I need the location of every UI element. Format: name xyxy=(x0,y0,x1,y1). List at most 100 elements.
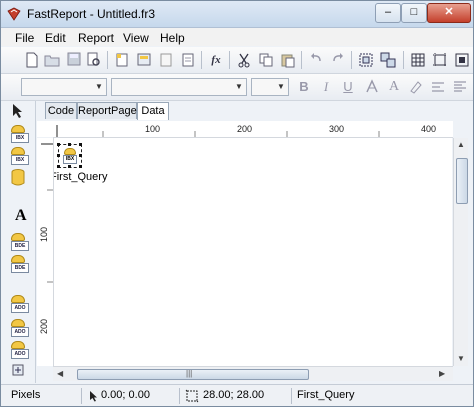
new-report-icon[interactable] xyxy=(23,51,41,69)
horizontal-ruler: 100 200 300 400 xyxy=(53,121,453,138)
ibx-table-icon[interactable]: IBX xyxy=(11,125,29,143)
menu-bar: File Edit Report View Help xyxy=(1,28,473,46)
save-report-icon[interactable] xyxy=(65,51,83,69)
status-separator xyxy=(291,388,292,404)
window-title: FastReport - Untitled.fr3 xyxy=(27,7,156,21)
ado-table-icon[interactable]: ADO xyxy=(11,295,29,313)
resize-handle[interactable] xyxy=(79,143,82,146)
more-components-icon[interactable] xyxy=(11,363,27,381)
vertical-scrollbar[interactable]: ▲ ▼ xyxy=(453,138,468,366)
horizontal-scroll-thumb[interactable]: ||| xyxy=(77,369,309,380)
font-name-combo[interactable]: ▼ xyxy=(111,78,247,96)
preview-icon[interactable] xyxy=(85,51,103,69)
scroll-left-icon[interactable]: ◀ xyxy=(57,369,63,378)
delete-page-icon[interactable] xyxy=(157,51,175,69)
standard-toolbar: fx xyxy=(1,47,473,74)
font-color-icon[interactable]: A xyxy=(385,78,403,96)
query-badge: IBX xyxy=(63,155,77,164)
menu-report[interactable]: Report xyxy=(78,31,114,45)
tab-data[interactable]: Data xyxy=(137,102,169,120)
resize-handle[interactable] xyxy=(68,165,71,168)
vertical-scroll-thumb[interactable] xyxy=(456,158,468,204)
minimize-button[interactable]: – xyxy=(375,3,401,23)
scroll-right-icon[interactable]: ▶ xyxy=(439,369,445,378)
status-size: 28.00; 28.00 xyxy=(203,389,265,401)
resize-handle[interactable] xyxy=(57,154,60,157)
font-settings-icon[interactable] xyxy=(363,78,381,96)
title-bar: FastReport - Untitled.fr3 – □ ✕ xyxy=(1,1,473,28)
align-to-grid-icon[interactable] xyxy=(431,51,449,69)
status-separator xyxy=(179,388,180,404)
ibx-query-icon[interactable]: IBX xyxy=(11,147,29,165)
horizontal-ruler-ticks xyxy=(56,125,380,137)
select-tool-icon[interactable] xyxy=(11,103,27,121)
resize-handle[interactable] xyxy=(79,165,82,168)
status-position: 0.00; 0.00 xyxy=(101,389,150,401)
menu-file[interactable]: File xyxy=(15,31,34,45)
fastreport-app-icon[interactable] xyxy=(7,7,21,21)
ado-query-icon[interactable]: ADO xyxy=(11,319,29,337)
toolbar-separator xyxy=(351,51,352,69)
fit-to-grid-icon[interactable] xyxy=(453,51,471,69)
first-query-label: First_Query xyxy=(54,171,108,183)
scroll-down-icon[interactable]: ▼ xyxy=(457,354,465,363)
new-dialog-icon[interactable] xyxy=(135,51,153,69)
style-combo[interactable]: ▼ xyxy=(21,78,107,96)
menu-edit[interactable]: Edit xyxy=(45,31,66,45)
maximize-button[interactable]: □ xyxy=(401,3,427,23)
ruler-mark-200: 200 xyxy=(237,124,253,134)
bde-query-icon[interactable]: BDE xyxy=(11,255,29,273)
resize-handle[interactable] xyxy=(57,165,60,168)
tab-report-page[interactable]: ReportPage xyxy=(77,102,137,119)
first-query-component[interactable]: IBX xyxy=(57,143,82,168)
text-settings-icon[interactable] xyxy=(429,78,447,96)
toolbar-separator xyxy=(107,51,108,69)
ruler-mark-100: 100 xyxy=(145,124,161,134)
grid-icon[interactable] xyxy=(409,51,427,69)
new-page-icon[interactable] xyxy=(113,51,131,69)
align-left-icon[interactable] xyxy=(451,78,469,96)
menu-view[interactable]: View xyxy=(123,31,149,45)
format-toolbar: ▼ ▼ ▼ B I U A xyxy=(1,74,473,101)
database-icon[interactable] xyxy=(11,169,27,187)
fastreport-window: FastReport - Untitled.fr3 – □ ✕ File Edi… xyxy=(0,0,474,407)
highlight-icon[interactable] xyxy=(407,78,425,96)
horizontal-scrollbar[interactable]: ◀ ||| ▶ xyxy=(53,366,453,381)
bde-table-icon[interactable]: BDE xyxy=(11,233,29,251)
bold-button[interactable]: B xyxy=(295,78,313,96)
resize-handle[interactable] xyxy=(68,143,71,146)
tab-code[interactable]: Code xyxy=(45,102,77,119)
chevron-down-icon: ▼ xyxy=(235,82,243,91)
database-cap-icon xyxy=(64,148,76,155)
close-button[interactable]: ✕ xyxy=(427,3,471,23)
component-palette: IBX IBX A BDE BDE ADO ADO ADO xyxy=(1,101,36,383)
status-separator xyxy=(81,388,82,404)
font-size-combo[interactable]: ▼ xyxy=(251,78,289,96)
page-settings-icon[interactable] xyxy=(179,51,197,69)
size-icon xyxy=(185,389,199,403)
paste-icon[interactable] xyxy=(279,51,297,69)
position-cursor-icon xyxy=(90,391,97,402)
redo-icon[interactable] xyxy=(329,51,347,69)
toolbar-separator xyxy=(301,51,302,69)
italic-button[interactable]: I xyxy=(317,78,335,96)
ruler-mark-v100: 100 xyxy=(39,226,49,242)
menu-help[interactable]: Help xyxy=(160,31,185,45)
ungroup-icon[interactable] xyxy=(379,51,397,69)
ruler-corner xyxy=(37,121,53,137)
ado-database-icon[interactable]: ADO xyxy=(11,341,29,359)
toolbar-separator xyxy=(201,51,202,69)
text-object-icon[interactable]: A xyxy=(15,207,27,225)
resize-handle[interactable] xyxy=(79,154,82,157)
undo-icon[interactable] xyxy=(307,51,325,69)
group-icon[interactable] xyxy=(357,51,375,69)
cut-icon[interactable] xyxy=(235,51,253,69)
copy-icon[interactable] xyxy=(257,51,275,69)
chevron-down-icon: ▼ xyxy=(277,82,285,91)
function-fx-icon[interactable]: fx xyxy=(207,51,225,69)
scroll-up-icon[interactable]: ▲ xyxy=(457,140,465,149)
underline-button[interactable]: U xyxy=(339,78,357,96)
open-report-icon[interactable] xyxy=(43,51,61,69)
data-page-canvas[interactable]: IBX First_Query xyxy=(54,138,452,366)
resize-handle[interactable] xyxy=(57,143,60,146)
